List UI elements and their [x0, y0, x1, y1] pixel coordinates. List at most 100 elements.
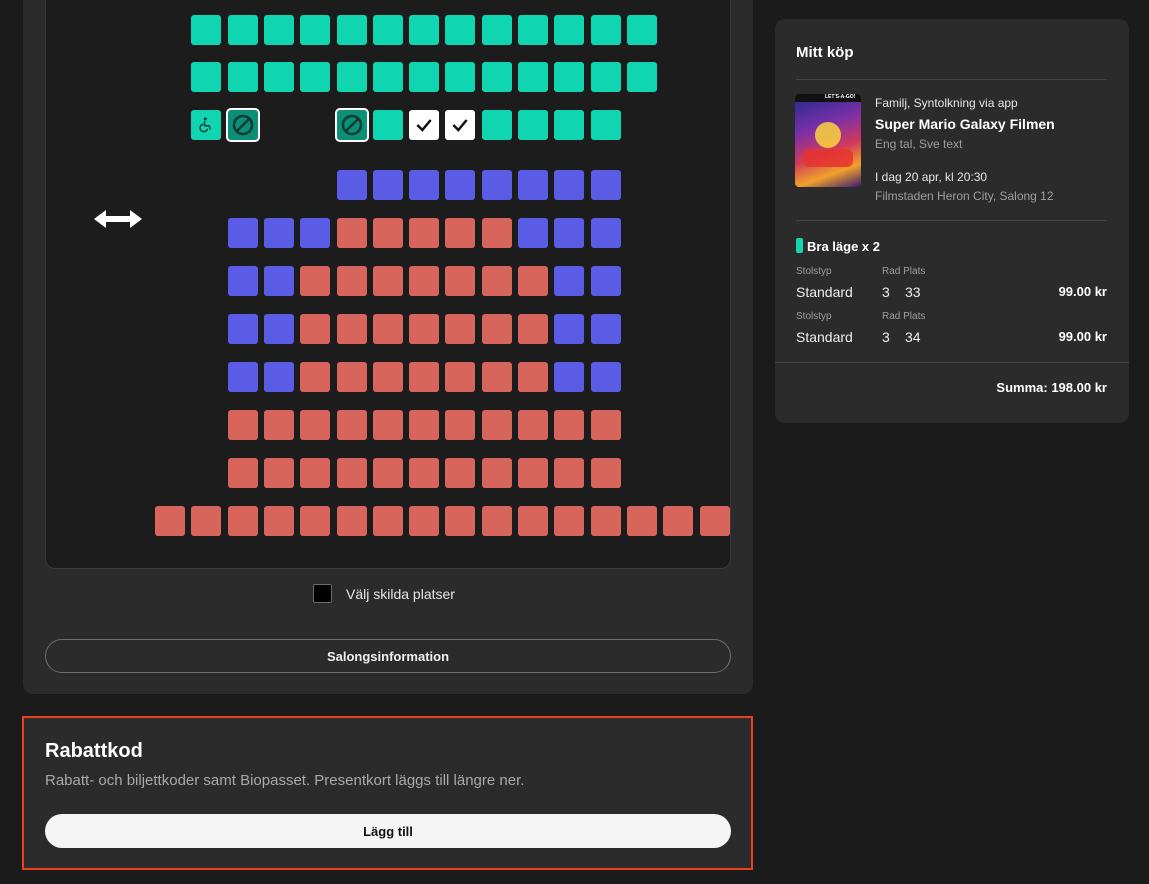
checkmark-icon — [452, 119, 469, 132]
seat[interactable] — [590, 170, 621, 200]
seat — [372, 218, 403, 248]
seat — [518, 458, 548, 488]
seat[interactable] — [518, 170, 548, 200]
purchase-summary: Mitt köp LET'S-A-GO! Familj, Syntolkning… — [775, 19, 1129, 423]
seat[interactable] — [409, 15, 440, 45]
companion-seat[interactable] — [225, 108, 260, 142]
separate-seats-option[interactable]: Välj skilda platser — [313, 584, 455, 603]
seat[interactable] — [227, 62, 258, 92]
seat[interactable] — [590, 15, 621, 45]
seat[interactable] — [227, 15, 258, 45]
seat[interactable] — [481, 15, 512, 45]
seat[interactable] — [336, 170, 367, 200]
seat[interactable] — [227, 266, 258, 296]
seat — [518, 506, 548, 536]
seat[interactable] — [372, 110, 403, 140]
ticket-seat: 33 — [905, 284, 921, 300]
separate-seats-checkbox[interactable] — [313, 584, 332, 603]
seat[interactable] — [554, 110, 585, 140]
seat[interactable] — [554, 170, 585, 200]
seat[interactable] — [590, 110, 621, 140]
selected-seat[interactable] — [409, 110, 440, 140]
seat[interactable] — [336, 15, 367, 45]
seat[interactable] — [518, 15, 548, 45]
seat[interactable] — [191, 62, 222, 92]
seat — [372, 266, 403, 296]
seat[interactable] — [263, 266, 294, 296]
seat[interactable] — [481, 62, 512, 92]
seat[interactable] — [590, 218, 621, 248]
seat — [372, 506, 403, 536]
seat[interactable] — [263, 218, 294, 248]
seat[interactable] — [409, 170, 440, 200]
salong-info-button[interactable]: Salongsinformation — [45, 639, 731, 673]
wheelchair-icon — [199, 117, 212, 133]
seat — [481, 410, 512, 440]
seat — [409, 362, 440, 392]
seat[interactable] — [445, 62, 476, 92]
seat[interactable] — [372, 15, 403, 45]
seat[interactable] — [554, 62, 585, 92]
seat[interactable] — [554, 218, 585, 248]
seat[interactable] — [518, 218, 548, 248]
seat — [518, 362, 548, 392]
seat — [300, 266, 331, 296]
seat[interactable] — [554, 15, 585, 45]
seat[interactable] — [263, 15, 294, 45]
seat[interactable] — [227, 218, 258, 248]
seat[interactable] — [445, 170, 476, 200]
seat — [445, 506, 476, 536]
seat[interactable] — [590, 62, 621, 92]
seat[interactable] — [481, 110, 512, 140]
total-price: Summa: 198.00 kr — [996, 380, 1107, 395]
ticket-seat: 34 — [905, 329, 921, 345]
seat[interactable] — [191, 15, 222, 45]
seat[interactable] — [518, 110, 548, 140]
add-discount-button[interactable]: Lägg till — [45, 814, 731, 848]
seat[interactable] — [300, 62, 331, 92]
seat[interactable] — [372, 170, 403, 200]
seat[interactable] — [300, 15, 331, 45]
companion-seat[interactable] — [334, 108, 369, 142]
seat[interactable] — [590, 266, 621, 296]
seat — [445, 362, 476, 392]
seat — [409, 458, 440, 488]
seat[interactable] — [263, 314, 294, 344]
seat — [227, 458, 258, 488]
seat[interactable] — [445, 15, 476, 45]
seat[interactable] — [554, 362, 585, 392]
seat — [263, 506, 294, 536]
seat[interactable] — [409, 62, 440, 92]
seat[interactable] — [518, 62, 548, 92]
seat — [300, 506, 331, 536]
seat — [372, 458, 403, 488]
seat — [227, 410, 258, 440]
ticket-seat-type: Standard — [796, 329, 853, 345]
seat[interactable] — [626, 62, 657, 92]
seat — [481, 314, 512, 344]
seat[interactable] — [300, 218, 331, 248]
seat[interactable] — [263, 62, 294, 92]
selected-seat[interactable] — [445, 110, 476, 140]
row-seat-label: Rad Plats — [882, 311, 926, 322]
seat[interactable] — [372, 62, 403, 92]
seat[interactable] — [481, 170, 512, 200]
seat[interactable] — [590, 314, 621, 344]
seat — [481, 266, 512, 296]
seat[interactable] — [336, 62, 367, 92]
seat[interactable] — [554, 266, 585, 296]
seat — [518, 266, 548, 296]
movie-datetime: I dag 20 apr, kl 20:30 — [875, 170, 988, 184]
wheelchair-seat[interactable] — [191, 110, 222, 140]
seat[interactable] — [626, 15, 657, 45]
seat[interactable] — [227, 362, 258, 392]
seat — [336, 410, 367, 440]
separate-seats-label: Välj skilda platser — [346, 585, 455, 602]
seat[interactable] — [227, 314, 258, 344]
seat[interactable] — [263, 362, 294, 392]
seat-type-label: Stolstyp — [796, 311, 832, 322]
seat[interactable] — [554, 314, 585, 344]
seat[interactable] — [590, 362, 621, 392]
discount-code-section: Rabattkod Rabatt- och biljettkoder samt … — [22, 716, 753, 870]
seat — [445, 458, 476, 488]
